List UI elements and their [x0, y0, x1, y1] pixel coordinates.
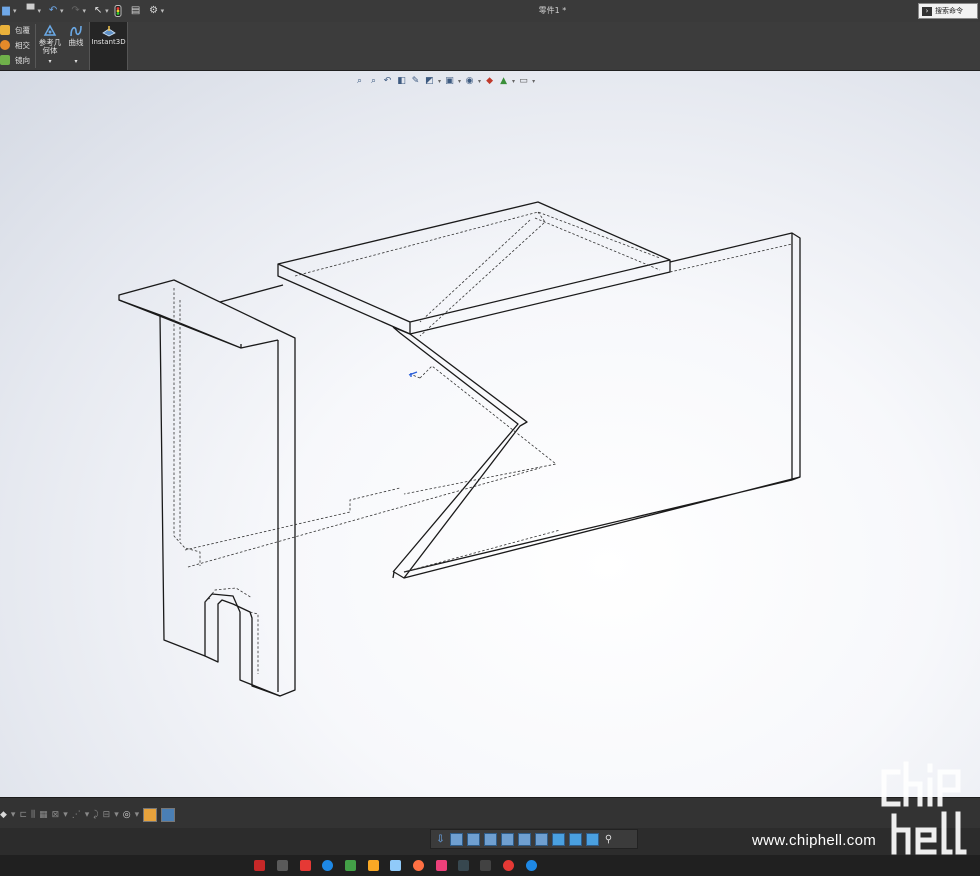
watermark-site-text: www.chiphell.com — [752, 832, 877, 849]
top-view-icon[interactable] — [518, 832, 531, 846]
instant3d-label: Instant3D — [91, 38, 126, 46]
wrap-command[interactable]: 包覆 — [0, 23, 30, 37]
link-views-icon[interactable]: ⚲ — [603, 834, 614, 845]
app-icon-11[interactable] — [480, 860, 491, 871]
instant3d-button[interactable]: Instant3D — [89, 22, 128, 70]
chevron-down-icon[interactable]: ▾ — [66, 58, 86, 66]
autocad-icon[interactable] — [300, 860, 311, 871]
rapid-sketch-icon[interactable]: ◎ — [123, 810, 131, 820]
top-tray-inner-edge — [277, 259, 671, 334]
file-explorer-icon[interactable] — [368, 860, 379, 871]
hidden-lines-zigzag — [403, 365, 557, 495]
chevron-down-icon[interactable]: ▾ — [135, 810, 140, 820]
app-icon-13[interactable] — [526, 860, 537, 871]
reference-geometry-command[interactable]: 参考几 何体 ▾ — [37, 24, 63, 66]
app-icon-12[interactable] — [503, 860, 514, 871]
isometric-view-icon[interactable] — [552, 832, 565, 846]
chevron-down-icon[interactable]: ▾ — [11, 810, 16, 820]
dimetric-view-icon[interactable] — [586, 832, 599, 846]
top-tray-right-link — [669, 232, 801, 481]
hidden-lines-slot — [204, 587, 259, 674]
app-icon-1[interactable] — [254, 860, 265, 871]
app-icon-7[interactable] — [390, 860, 401, 871]
hidden-lines-left — [173, 288, 541, 568]
curves-command[interactable]: 曲线 ▾ — [66, 24, 86, 66]
back-view-icon[interactable] — [467, 832, 480, 846]
reference-geometry-icon — [43, 24, 57, 38]
intersect-label: 相交 — [15, 40, 30, 50]
windows-taskbar — [0, 855, 980, 876]
left-bracket-edges — [118, 299, 279, 692]
search-app-icon[interactable] — [413, 860, 424, 871]
mirror-icon — [0, 55, 10, 65]
mirror-label: 镜向 — [15, 55, 30, 65]
fillet-icon[interactable]: ⊠ — [52, 810, 60, 820]
curves-label: 曲线 — [68, 38, 84, 47]
grid-icon[interactable]: ▦ — [39, 810, 48, 820]
trimetric-view-icon[interactable] — [569, 832, 582, 846]
bottom-toolbar-area: ◆ ▾ ⊏ ⫼ ▦ ⊠ ▾ ⋰ ▾ ⤸ ⊟ ▾ ◎ ▾ — [0, 797, 980, 829]
left-bracket-connection — [219, 284, 284, 303]
chiphell-watermark-logo — [881, 761, 967, 855]
curves-icon — [69, 24, 83, 38]
wrap-icon — [0, 25, 10, 35]
smart-dimension-icon[interactable]: ⊏ — [19, 810, 27, 820]
right-view-icon[interactable] — [501, 832, 514, 846]
sketch-icon[interactable] — [143, 808, 158, 822]
graphics-area[interactable]: ⌕ ⌕ ↶ ◧ ✎ ◩ ▾ ▣ ▾ ◉ ▾ ◆ ▲ ▾ ▭ ▾ — [0, 71, 980, 797]
app-icon-9[interactable] — [436, 860, 447, 871]
convert-entities-icon[interactable]: ⤸ — [93, 810, 98, 820]
hidden-lines-panel — [403, 243, 793, 573]
edge-icon[interactable] — [322, 860, 333, 871]
app-icon-2[interactable] — [277, 860, 288, 871]
title-bar: ▆ ▾ ▀ ▾ ↶ ▾ ↷ ▾ ↖ ▾ ▤ ⚙ ▾ 零件1 * › 搜索命令 — [0, 0, 980, 23]
intersect-icon — [0, 40, 10, 50]
zigzag-profile — [392, 326, 528, 579]
sketch-tools-toolbar: ◆ ▾ ⊏ ⫼ ▦ ⊠ ▾ ⋰ ▾ ⤸ ⊟ ▾ ◎ ▾ — [0, 808, 176, 822]
left-view-icon[interactable] — [484, 832, 497, 846]
front-view-icon[interactable] — [450, 832, 463, 846]
intersect-command[interactable]: 相交 — [0, 38, 30, 52]
ribbon-divider — [35, 24, 36, 68]
search-commands-label: 搜索命令 — [935, 7, 963, 15]
chevron-down-icon[interactable]: ▾ — [63, 810, 68, 820]
part-model-wireframe[interactable] — [0, 71, 980, 797]
search-commands-box[interactable]: › 搜索命令 — [918, 3, 978, 19]
view-cube-icon[interactable]: ◆ — [0, 810, 7, 820]
repair-sketch-icon[interactable] — [161, 808, 176, 822]
offset-icon[interactable]: ⊟ — [103, 810, 111, 820]
instant3d-icon — [101, 25, 116, 37]
view-tools-toolbar: ⇩ ⚲ — [430, 829, 638, 849]
app-icon-5[interactable] — [345, 860, 356, 871]
document-title: 零件1 * — [538, 6, 567, 15]
bottom-view-icon[interactable] — [535, 832, 548, 846]
chevron-down-icon[interactable]: ▾ — [37, 58, 63, 66]
top-tray-outline — [277, 201, 671, 335]
mirror-command[interactable]: 镜向 — [0, 53, 30, 67]
reference-geometry-label: 参考几 何体 — [38, 38, 62, 55]
trim-icon[interactable]: ⋰ — [72, 810, 81, 820]
command-prompt-icon: › — [922, 6, 932, 16]
chevron-down-icon[interactable]: ▾ — [114, 810, 119, 820]
right-panel-edges — [392, 233, 801, 579]
chevron-down-icon[interactable]: ▾ — [85, 810, 90, 820]
relations-icon[interactable]: ⫼ — [31, 810, 35, 820]
steam-icon[interactable] — [458, 860, 469, 871]
command-ribbon: 包覆 相交 镜向 参考几 何体 ▾ 曲线 ▾ Instant3D — [0, 22, 980, 71]
wrap-label: 包覆 — [15, 25, 30, 35]
normal-to-icon[interactable]: ⇩ — [435, 834, 446, 845]
